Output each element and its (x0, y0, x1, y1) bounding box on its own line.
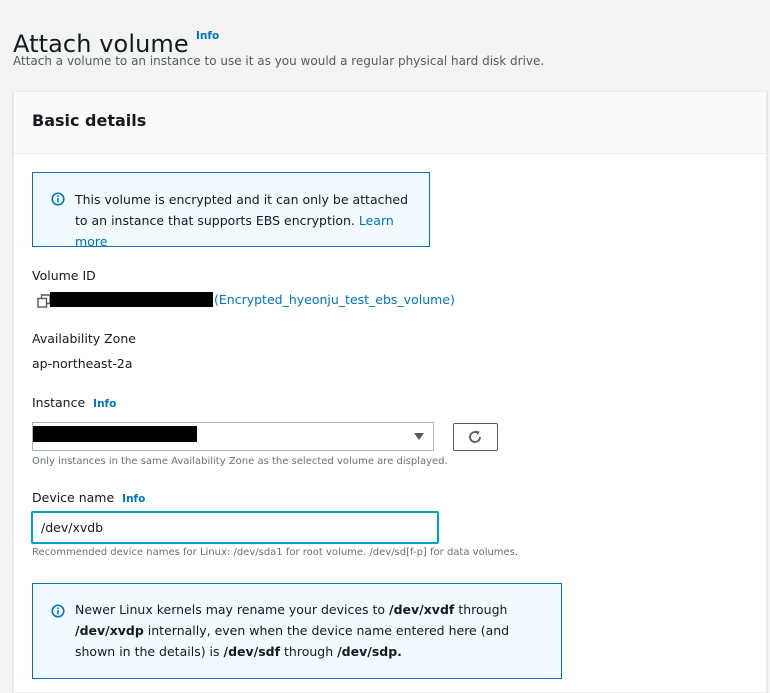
device-name-label: Device name Info (32, 490, 145, 505)
volume-id-label: Volume ID (32, 268, 96, 283)
panel-header: Basic details (14, 92, 766, 154)
instance-label: Instance Info (32, 395, 116, 410)
volume-id-redacted (50, 292, 213, 307)
kernel-alert-text: Newer Linux kernels may rename your devi… (75, 599, 545, 662)
device-name-label-text: Device name (32, 490, 115, 505)
encryption-alert-text: This volume is encrypted and it can only… (75, 189, 415, 252)
availability-zone-label: Availability Zone (32, 331, 136, 346)
kernel-rename-alert: Newer Linux kernels may rename your devi… (32, 583, 562, 679)
page-info-link[interactable]: Info (196, 30, 219, 42)
instance-info-link[interactable]: Info (93, 398, 116, 410)
volume-name-link[interactable]: (Encrypted_hyeonju_test_ebs_volume) (214, 292, 455, 307)
device-path-xvdf: /dev/xvdf (389, 602, 455, 617)
device-path-sdp: /dev/sdp. (337, 644, 402, 659)
instance-hint: Only instances in the same Availability … (32, 456, 448, 467)
kernel-alert-text-1: Newer Linux kernels may rename your devi… (75, 602, 390, 617)
encryption-alert: This volume is encrypted and it can only… (32, 172, 430, 249)
copy-icon[interactable] (37, 294, 51, 308)
instance-redacted (33, 426, 197, 442)
refresh-instances-button[interactable] (453, 423, 498, 451)
availability-zone-value: ap-northeast-2a (32, 356, 133, 371)
panel-title: Basic details (32, 111, 147, 130)
instance-label-text: Instance (32, 395, 86, 410)
info-circle-icon (51, 604, 65, 618)
kernel-alert-text-4: through (280, 644, 338, 659)
kernel-alert-text-2: through (454, 602, 508, 617)
instance-select[interactable] (32, 422, 434, 451)
device-name-hint: Recommended device names for Linux: /dev… (32, 547, 519, 558)
device-name-info-link[interactable]: Info (122, 493, 145, 505)
device-name-input[interactable] (32, 512, 438, 543)
info-circle-icon (51, 192, 65, 206)
device-path-xvdp: /dev/xvdp (75, 623, 144, 638)
basic-details-panel: Basic details This volume is encrypted a… (13, 91, 767, 693)
caret-down-icon (414, 433, 424, 440)
device-path-sdf: /dev/sdf (223, 644, 281, 659)
page-description: Attach a volume to an instance to use it… (13, 54, 545, 68)
refresh-icon (469, 430, 481, 443)
